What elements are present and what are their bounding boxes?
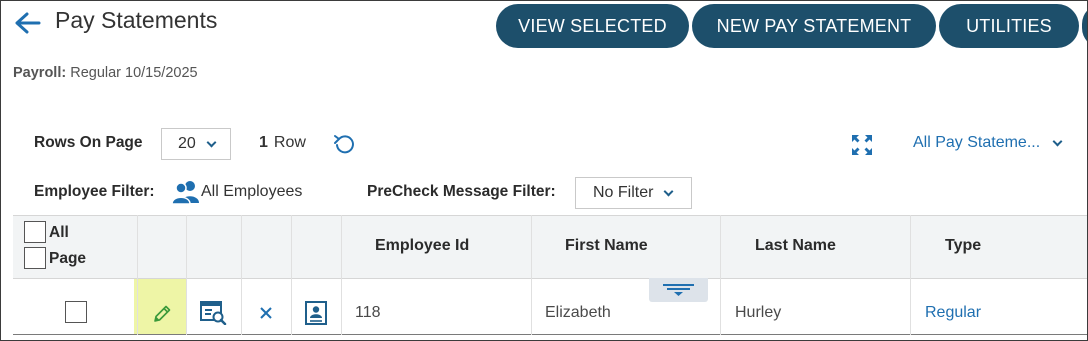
sort-lines-icon xyxy=(663,284,694,296)
employee-filter-label: Employee Filter: xyxy=(34,183,155,200)
row-count-number: 1 xyxy=(259,134,268,151)
expand-icon[interactable] xyxy=(851,134,873,156)
column-header-type[interactable]: Type xyxy=(945,237,981,255)
select-page-checkbox[interactable] xyxy=(24,247,46,269)
payroll-value: Regular 10/15/2025 xyxy=(70,65,198,81)
chevron-down-icon xyxy=(664,186,674,196)
cell-last-name: Hurley xyxy=(735,304,782,321)
pay-statement-view-select[interactable]: All Pay Stateme... xyxy=(913,134,1063,152)
select-all-checkbox[interactable] xyxy=(24,221,46,243)
column-header-last-name[interactable]: Last Name xyxy=(755,237,836,255)
view-select-value: All Pay Stateme... xyxy=(913,134,1041,151)
payroll-info: Payroll: Regular 10/15/2025 xyxy=(13,65,198,81)
cell-type-link[interactable]: Regular xyxy=(925,304,981,322)
more-actions-button[interactable] xyxy=(1082,4,1087,48)
employee-filter-value[interactable]: All Employees xyxy=(201,183,302,201)
select-all-label: All xyxy=(49,224,69,241)
precheck-filter-select[interactable]: No Filter xyxy=(575,177,692,209)
cell-first-name: Elizabeth xyxy=(545,304,611,321)
back-arrow-icon[interactable] xyxy=(13,11,41,35)
delete-x-icon[interactable] xyxy=(259,306,273,320)
pay-statements-window: Pay Statements VIEW SELECTED NEW PAY STA… xyxy=(0,0,1088,341)
view-selected-button[interactable]: VIEW SELECTED xyxy=(496,4,689,48)
precheck-filter-value: No Filter xyxy=(593,184,654,201)
new-pay-statement-button[interactable]: NEW PAY STATEMENT xyxy=(692,4,936,48)
refresh-icon[interactable] xyxy=(333,134,355,156)
rows-on-page-label: Rows On Page xyxy=(34,134,143,151)
pencil-icon[interactable] xyxy=(151,303,173,325)
view-details-icon[interactable] xyxy=(200,301,228,325)
employee-profile-icon[interactable] xyxy=(304,301,328,325)
rows-on-page-select[interactable]: 20 xyxy=(161,128,231,160)
utilities-button[interactable]: UTILITIES xyxy=(939,4,1079,48)
cell-employee-id: 118 xyxy=(355,304,381,321)
row-count: 1 Row xyxy=(259,134,306,152)
row-count-label: Row xyxy=(273,134,306,151)
payroll-label: Payroll: xyxy=(13,65,67,81)
rows-on-page-value: 20 xyxy=(178,135,196,152)
chevron-down-icon xyxy=(206,137,217,147)
row-select-checkbox[interactable] xyxy=(65,301,87,323)
column-header-employee-id[interactable]: Employee Id xyxy=(375,237,469,255)
column-sort-toggle[interactable] xyxy=(649,278,708,302)
column-header-first-name[interactable]: First Name xyxy=(565,237,648,255)
select-page-label: Page xyxy=(49,250,87,267)
grid-header xyxy=(13,215,1087,279)
chevron-down-icon xyxy=(1052,136,1063,146)
page-title: Pay Statements xyxy=(55,7,218,33)
people-icon[interactable] xyxy=(171,179,201,205)
precheck-filter-label: PreCheck Message Filter: xyxy=(367,183,556,200)
